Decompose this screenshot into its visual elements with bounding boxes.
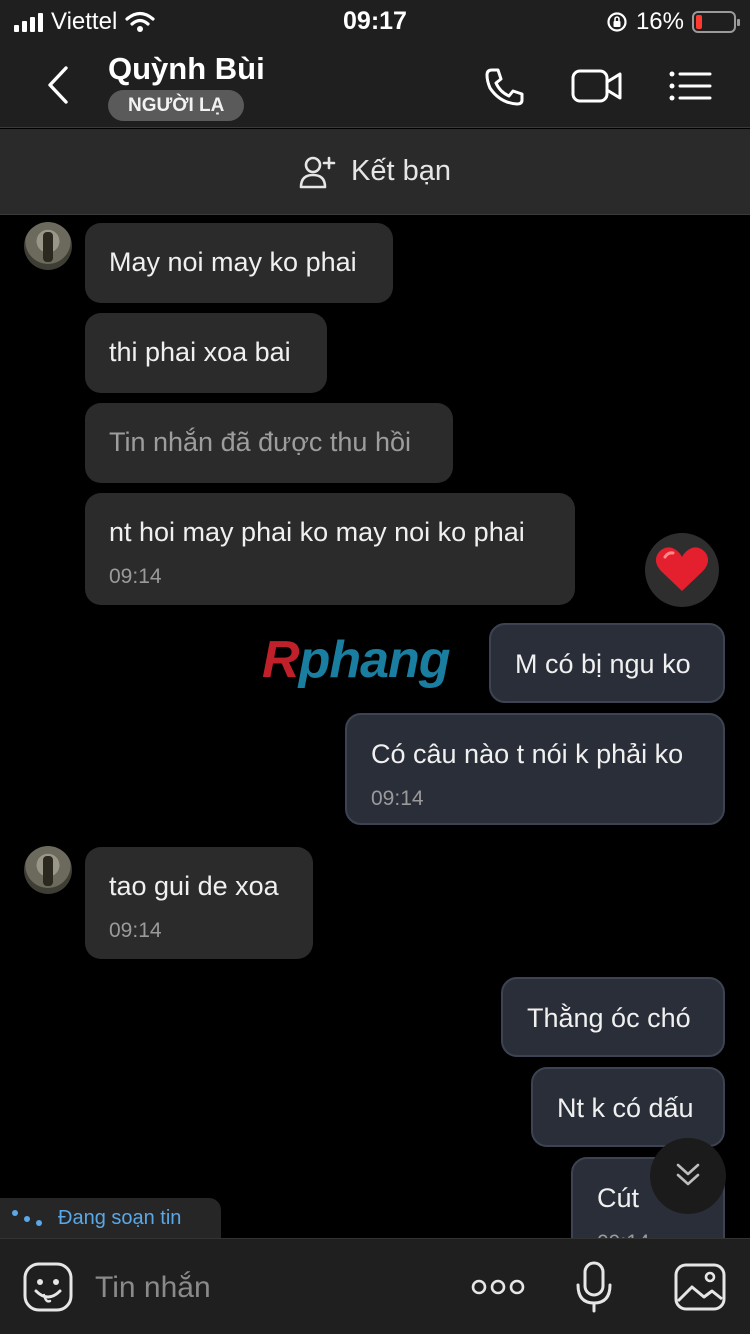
message-text: Có câu nào t nói k phải ko bbox=[371, 739, 684, 769]
watermark-logo: Rphang bbox=[262, 631, 451, 689]
microphone-icon[interactable] bbox=[566, 1261, 622, 1313]
back-icon[interactable] bbox=[40, 62, 80, 108]
emoji-sticker-icon[interactable] bbox=[20, 1261, 76, 1313]
message-time: 09:14 bbox=[109, 565, 162, 588]
message-text: nt hoi may phai ko may noi ko phai bbox=[109, 517, 525, 547]
add-friend-icon bbox=[299, 156, 336, 188]
contact-name[interactable]: Quỳnh Bùi bbox=[108, 51, 265, 87]
video-call-icon[interactable] bbox=[570, 62, 624, 110]
image-gallery-icon[interactable] bbox=[672, 1261, 728, 1313]
menu-icon[interactable] bbox=[665, 62, 719, 110]
more-options-icon[interactable] bbox=[470, 1261, 526, 1313]
message-bubble[interactable]: M có bị ngu ko bbox=[489, 623, 725, 703]
status-bar: Viettel 09:17 16% bbox=[0, 0, 750, 42]
phone-icon[interactable] bbox=[478, 62, 532, 110]
message-bubble[interactable]: nt hoi may phai ko may noi ko phai 09:14 bbox=[85, 493, 575, 605]
message-bubble[interactable]: Có câu nào t nói k phải ko 09:14 bbox=[345, 713, 725, 825]
typing-indicator: Đang soạn tin bbox=[0, 1198, 221, 1238]
typing-dots-icon bbox=[10, 1208, 50, 1228]
battery-percent: 16% bbox=[635, 8, 684, 35]
message-bubble[interactable]: Thằng óc chó bbox=[501, 977, 725, 1057]
add-friend-label: Kết bạn bbox=[351, 155, 451, 187]
recalled-message[interactable]: Tin nhắn đã được thu hồi bbox=[85, 403, 453, 483]
message-time: 09:14 bbox=[109, 919, 162, 942]
message-text: Thằng óc chó bbox=[527, 1003, 691, 1033]
message-bubble[interactable]: May noi may ko phai bbox=[85, 223, 393, 303]
stranger-badge: NGƯỜI LẠ bbox=[108, 90, 245, 121]
message-bubble[interactable]: Nt k có dấu bbox=[531, 1067, 725, 1147]
chat-header: Quỳnh Bùi NGƯỜI LẠ bbox=[0, 42, 750, 128]
avatar[interactable] bbox=[24, 222, 72, 270]
message-bubble[interactable]: tao gui de xoa 09:14 bbox=[85, 847, 313, 959]
message-text: Cút bbox=[597, 1183, 640, 1213]
orientation-lock-icon bbox=[607, 12, 627, 32]
message-time: 09:14 bbox=[371, 787, 424, 810]
message-input-bar: Tin nhắn bbox=[0, 1238, 750, 1334]
message-text: Nt k có dấu bbox=[557, 1093, 694, 1123]
message-input[interactable]: Tin nhắn bbox=[95, 1271, 211, 1305]
message-bubble[interactable]: thi phai xoa bai bbox=[85, 313, 327, 393]
avatar[interactable] bbox=[24, 846, 72, 894]
message-text: tao gui de xoa bbox=[109, 871, 279, 901]
typing-label: Đang soạn tin bbox=[58, 1206, 182, 1229]
message-text: M có bị ngu ko bbox=[515, 649, 691, 679]
message-text: Tin nhắn đã được thu hồi bbox=[109, 427, 411, 457]
message-text: thi phai xoa bai bbox=[109, 337, 291, 367]
reaction-button[interactable] bbox=[645, 533, 719, 607]
message-text: May noi may ko phai bbox=[109, 247, 357, 277]
battery-icon bbox=[692, 11, 740, 33]
add-friend-button[interactable]: Kết bạn bbox=[0, 129, 750, 215]
double-chevron-down-icon bbox=[676, 1163, 700, 1186]
scroll-to-bottom-button[interactable] bbox=[650, 1138, 726, 1214]
heart-icon bbox=[655, 547, 709, 591]
